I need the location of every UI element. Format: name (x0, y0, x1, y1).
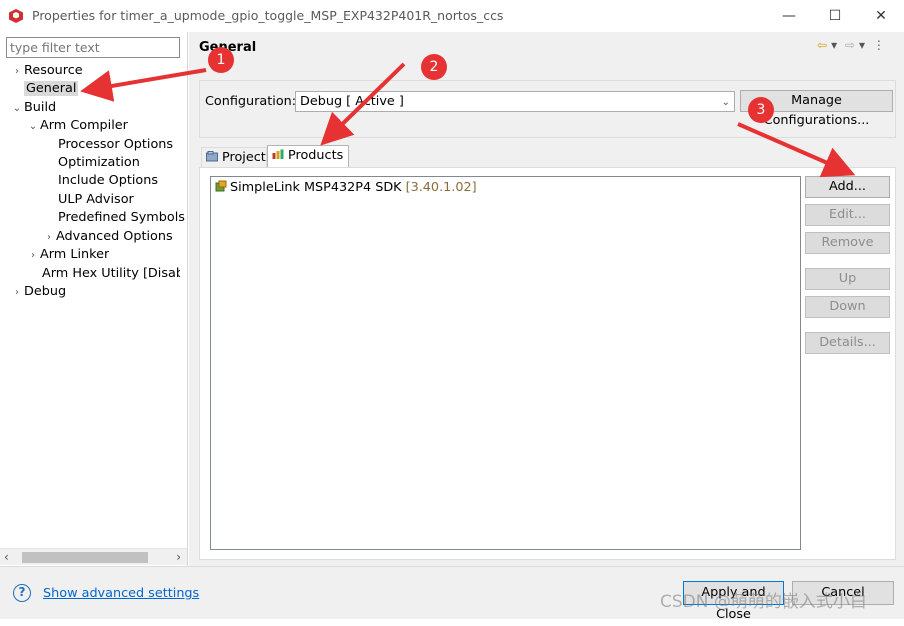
scroll-right-icon[interactable]: › (176, 549, 181, 566)
tree-item-label: Predefined Symbols (58, 210, 185, 225)
tree-item-label: Arm Linker (40, 247, 110, 262)
tree-item-debug[interactable]: › Debug (10, 283, 66, 301)
scrollbar-thumb[interactable] (22, 552, 148, 563)
tree-item-label: Debug (24, 284, 67, 299)
add-button[interactable]: Add... (805, 176, 890, 198)
tab-products[interactable]: Products (267, 145, 349, 168)
products-icon (272, 149, 284, 159)
tree-item-arm-compiler[interactable]: ⌄ Arm Compiler (26, 117, 128, 135)
configuration-value: Debug [ Active ] (300, 94, 404, 109)
products-list[interactable]: SimpleLink MSP432P4 SDK [3.40.1.02] (210, 176, 801, 550)
configuration-label: Configuration: (205, 94, 297, 109)
edit-button[interactable]: Edit... (805, 204, 890, 226)
tree-item-predefined-symbols[interactable]: Predefined Symbols (58, 209, 185, 227)
tree-item-build[interactable]: ⌄ Build (10, 99, 56, 117)
forward-arrow-icon[interactable]: ⇨ (845, 38, 855, 52)
expand-icon[interactable]: › (42, 229, 56, 246)
dialog-footer: ? Show advanced settings Apply and Close… (0, 566, 904, 622)
close-button[interactable]: ✕ (858, 0, 904, 32)
annotation-badge-3: 3 (748, 97, 774, 123)
scroll-left-icon[interactable]: ‹ (4, 549, 9, 566)
project-icon (206, 151, 218, 162)
sdk-package-icon (215, 180, 227, 192)
tab-label: Project (222, 150, 266, 165)
tree-item-arm-linker[interactable]: › Arm Linker (26, 246, 109, 264)
maximize-button[interactable]: ☐ (812, 0, 858, 32)
list-item[interactable]: SimpleLink MSP432P4 SDK [3.40.1.02] (215, 180, 477, 195)
configuration-select[interactable]: Debug [ Active ] ⌄ (295, 91, 735, 112)
down-button[interactable]: Down (805, 296, 890, 318)
tree-item-advanced-options[interactable]: › Advanced Options (42, 228, 173, 246)
horizontal-scrollbar[interactable]: ‹ › (0, 548, 187, 565)
tree-item-label: Build (24, 100, 57, 115)
product-name: SimpleLink MSP432P4 SDK (230, 180, 402, 195)
more-options-icon[interactable]: ⋮ (873, 38, 885, 52)
tab-strip: Project Products (201, 145, 801, 169)
product-version: [3.40.1.02] (405, 180, 477, 195)
page-navigation: ⇦ ▾ ⇨ ▾ ⋮ (817, 38, 889, 52)
expand-icon[interactable]: › (10, 63, 24, 80)
filter-input[interactable] (6, 37, 180, 58)
tab-label: Products (288, 148, 344, 163)
tree-item-optimization[interactable]: Optimization (58, 154, 140, 172)
forward-menu-icon[interactable]: ▾ (859, 38, 865, 52)
preference-tree-pane: ›Resource General ⌄Build ⌄Arm Compiler P… (0, 32, 188, 566)
show-advanced-settings-link[interactable]: Show advanced settings (43, 586, 199, 601)
page-header: General ⇦ ▾ ⇨ ▾ ⋮ (189, 32, 904, 62)
expand-icon[interactable]: › (26, 247, 40, 264)
remove-button[interactable]: Remove (805, 232, 890, 254)
chevron-down-icon: ⌄ (721, 97, 730, 108)
tree-item-label: Optimization (58, 155, 140, 170)
up-button[interactable]: Up (805, 268, 890, 290)
tree-item-general[interactable]: General (24, 80, 79, 98)
app-logo-icon (9, 9, 23, 23)
title-bar: Properties for timer_a_upmode_gpio_toggl… (0, 0, 904, 32)
apply-and-close-button[interactable]: Apply and Close (683, 581, 784, 622)
property-page: General ⇦ ▾ ⇨ ▾ ⋮ Configuration: Debug [ A… (189, 32, 904, 566)
tree-item-label: Resource (24, 63, 83, 78)
annotation-badge-2: 2 (421, 54, 447, 80)
tree-item-label: ULP Advisor (58, 192, 134, 207)
back-arrow-icon[interactable]: ⇦ (817, 38, 827, 52)
help-icon[interactable]: ? (13, 584, 31, 602)
tree-item-include-options[interactable]: Include Options (58, 172, 158, 190)
collapse-icon[interactable]: ⌄ (10, 100, 24, 117)
expand-icon[interactable]: › (10, 284, 24, 301)
tree-item-label: Processor Options (58, 137, 174, 152)
tree-item-resource[interactable]: › Resource (10, 62, 83, 80)
configuration-group: Configuration: Debug [ Active ] ⌄ Manage… (199, 80, 896, 138)
details-button[interactable]: Details... (805, 332, 890, 354)
back-menu-icon[interactable]: ▾ (831, 38, 837, 52)
tree-item-label: Arm Compiler (40, 118, 128, 133)
collapse-icon[interactable]: ⌄ (26, 118, 40, 135)
tab-project[interactable]: Project (201, 147, 267, 169)
window-title: Properties for timer_a_upmode_gpio_toggl… (32, 8, 504, 23)
products-tab-panel: SimpleLink MSP432P4 SDK [3.40.1.02] Add..… (199, 167, 896, 560)
tree-item-label: General (24, 81, 79, 96)
tree-item-processor-options[interactable]: Processor Options (58, 136, 173, 154)
tree-item-label: Arm Hex Utility [Disabled] (42, 266, 180, 281)
tree-item-ulp-advisor[interactable]: ULP Advisor (58, 191, 134, 209)
cancel-button[interactable]: Cancel (792, 581, 894, 605)
tree-item-label: Include Options (58, 173, 159, 188)
tree-item-arm-hex-utility[interactable]: Arm Hex Utility [Disabled] (42, 265, 180, 283)
tree-item-label: Advanced Options (56, 229, 173, 244)
annotation-badge-1: 1 (208, 47, 234, 73)
minimize-button[interactable]: — (766, 0, 812, 32)
